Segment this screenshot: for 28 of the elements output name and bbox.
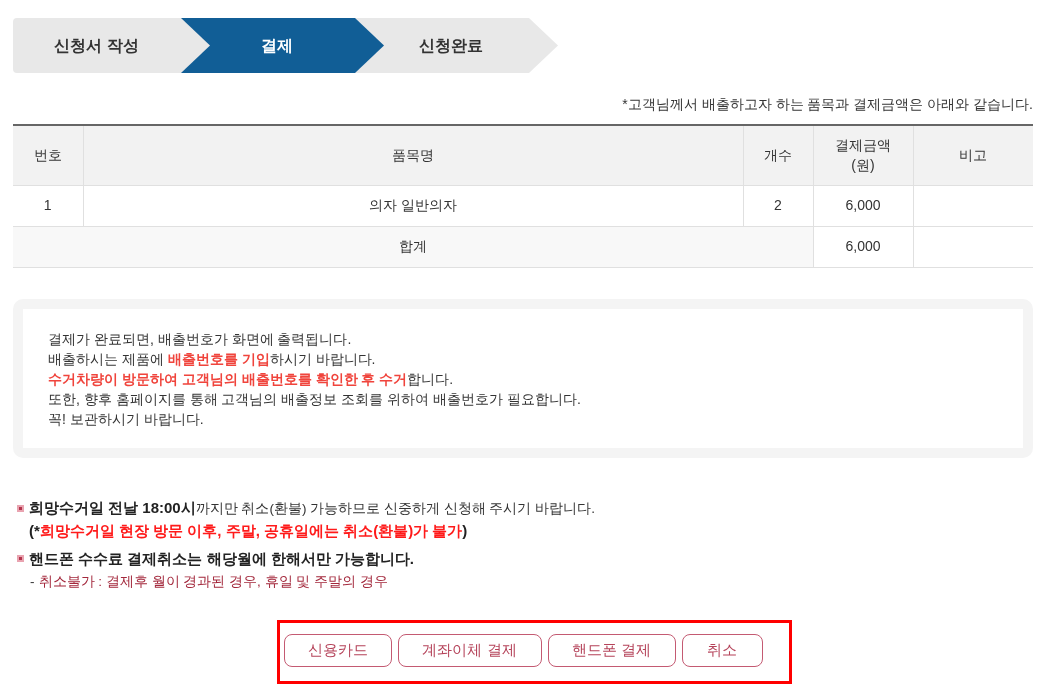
column-header: 결제금액 (원) <box>835 137 891 174</box>
column-header: 비고 <box>959 147 988 164</box>
note-text: 희망수거일 전날 18:00시까지만 취소(환불) 가능하므로 신중하게 신청해 주시기 바랍니다. <box>29 497 595 518</box>
payment-button[interactable]: 계좌이체 결제 <box>397 633 542 667</box>
info-text: 수거차량이 방문하여 고객님의 배출번호를 확인한 후 수거 합니다. <box>48 369 454 389</box>
note-text: (*희망수거일 현장 방문 이후, 주말, 공휴일에는 취소(환불)가 불가) <box>29 520 468 541</box>
notice-text: *고객님께서 배출하고자 하는 품목과 결제금액은 아래와 같습니다. <box>622 95 1033 114</box>
info-text: 꼭! 보관하시기 바랍니다. <box>48 409 204 429</box>
table-cell: 의자 일반의자 <box>369 197 457 213</box>
column-header: 개수 <box>764 147 792 164</box>
column-header: 품목명 <box>392 147 434 164</box>
info-text: 또한, 향후 홈페이지를 통해 고객님의 배출정보 조회를 위하여 배출번호가 필요합니다. <box>48 389 581 409</box>
total-label: 합계 <box>398 238 427 254</box>
table-cell: 6,000 <box>845 197 881 213</box>
payment-button[interactable]: 핸드폰 결제 <box>547 633 676 667</box>
total-amount: 6,000 <box>845 238 881 254</box>
note-text: 핸드폰 수수료 결제취소는 해당월에 한해서만 가능합니다. <box>29 548 414 569</box>
square-bullet-icon <box>17 555 24 562</box>
progress-step: 신청서 작성 <box>13 18 210 73</box>
payment-button[interactable]: 신용카드 <box>283 633 392 667</box>
column-header: 번호 <box>33 147 62 164</box>
info-text: 배출하시는 제품에 배출번호를 기입하시기 바랍니다. <box>48 349 376 369</box>
note-text: - 취소불가 : 결제후 월이 경과된 경우, 휴일 및 주말의 경우 <box>30 572 388 591</box>
table-cell: 1 <box>43 197 52 213</box>
info-text: 결제가 완료되면, 배출번호가 화면에 출력됩니다. <box>48 329 352 349</box>
payment-button[interactable]: 취소 <box>681 633 763 667</box>
square-bullet-icon <box>17 504 24 512</box>
table-cell: 2 <box>774 197 782 213</box>
